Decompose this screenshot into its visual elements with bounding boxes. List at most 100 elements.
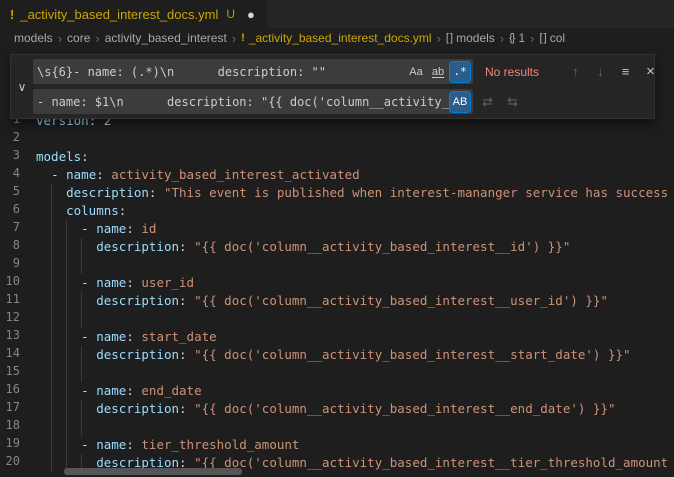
code-line[interactable] bbox=[36, 130, 674, 148]
breadcrumb-label: _activity_based_interest_docs.yml bbox=[249, 31, 432, 45]
indent-guide bbox=[66, 436, 67, 454]
code-line[interactable]: columns: bbox=[36, 202, 674, 220]
line-number[interactable]: 10 bbox=[0, 274, 20, 292]
find-input-box: Aa ab .* bbox=[33, 59, 473, 84]
git-status-badge: U bbox=[226, 7, 235, 21]
breadcrumb-item[interactable]: activity_based_interest bbox=[105, 31, 227, 45]
code-line[interactable] bbox=[36, 310, 674, 328]
previous-match-button[interactable]: ↑ bbox=[565, 61, 586, 82]
code-line[interactable]: description: "{{ doc('column__activity_b… bbox=[36, 238, 674, 256]
editor[interactable]: ∨ Aa ab .* No results ↑ ↓ ≡ × bbox=[0, 48, 674, 477]
breadcrumb-separator-icon: › bbox=[95, 31, 99, 46]
code-line[interactable]: description: "This event is published wh… bbox=[36, 184, 674, 202]
indent-guide bbox=[51, 382, 52, 400]
close-icon: × bbox=[646, 63, 655, 80]
line-number[interactable]: 5 bbox=[0, 184, 20, 202]
code-line[interactable]: - name: start_date bbox=[36, 328, 674, 346]
regex-button[interactable]: .* bbox=[450, 62, 470, 82]
line-number[interactable]: 19 bbox=[0, 436, 20, 454]
modified-indicator-icon[interactable]: ● bbox=[247, 8, 255, 21]
replace-input[interactable] bbox=[37, 89, 450, 114]
close-button[interactable]: × bbox=[640, 61, 661, 82]
line-number[interactable]: 15 bbox=[0, 364, 20, 382]
code-line[interactable]: - name: id bbox=[36, 220, 674, 238]
indent-guide bbox=[81, 256, 82, 274]
find-results-count: No results bbox=[485, 65, 555, 79]
find-in-selection-icon: ≡ bbox=[622, 64, 630, 79]
indent-guide bbox=[51, 220, 52, 238]
breadcrumb-separator-icon: › bbox=[232, 31, 236, 46]
match-case-button[interactable]: Aa bbox=[406, 62, 426, 82]
indent-guide bbox=[51, 364, 52, 382]
replace-all-button[interactable]: ⇆ bbox=[502, 91, 523, 112]
code-line[interactable] bbox=[36, 256, 674, 274]
code-area: version: 2models: - name: activity_based… bbox=[36, 112, 674, 472]
line-number[interactable]: 20 bbox=[0, 454, 20, 472]
breadcrumb-label: activity_based_interest bbox=[105, 31, 227, 45]
find-row: Aa ab .* No results ↑ ↓ ≡ × bbox=[33, 59, 650, 84]
line-number[interactable]: 17 bbox=[0, 400, 20, 418]
code-line[interactable]: - name: tier_threshold_amount bbox=[36, 436, 674, 454]
indent-guide bbox=[81, 418, 82, 436]
line-number[interactable]: 18 bbox=[0, 418, 20, 436]
tab-bar: ! _activity_based_interest_docs.yml U ● bbox=[0, 0, 674, 28]
indent-guide bbox=[51, 256, 52, 274]
line-number[interactable]: 14 bbox=[0, 346, 20, 364]
indent-guide bbox=[51, 238, 52, 256]
find-in-selection-button[interactable]: ≡ bbox=[615, 61, 636, 82]
gutter: 1234567891011121314151617181920 bbox=[0, 112, 36, 472]
code-line[interactable]: models: bbox=[36, 148, 674, 166]
indent-guide bbox=[66, 220, 67, 238]
indent-guide bbox=[51, 202, 52, 220]
breadcrumb-separator-icon: › bbox=[58, 31, 62, 46]
code-line[interactable]: - name: activity_based_interest_activate… bbox=[36, 166, 674, 184]
line-number[interactable]: 8 bbox=[0, 238, 20, 256]
find-input[interactable] bbox=[37, 59, 406, 84]
line-number[interactable]: 4 bbox=[0, 166, 20, 184]
warning-icon: ! bbox=[10, 7, 14, 22]
find-replace-widget: ∨ Aa ab .* No results ↑ ↓ ≡ × bbox=[10, 54, 655, 119]
line-number[interactable]: 11 bbox=[0, 292, 20, 310]
line-number[interactable]: 3 bbox=[0, 148, 20, 166]
line-number[interactable]: 6 bbox=[0, 202, 20, 220]
breadcrumb-item[interactable]: models bbox=[14, 31, 53, 45]
next-match-button[interactable]: ↓ bbox=[590, 61, 611, 82]
indent-guide bbox=[51, 454, 52, 472]
indent-guide bbox=[66, 238, 67, 256]
indent-guide bbox=[51, 184, 52, 202]
line-number[interactable]: 2 bbox=[0, 130, 20, 148]
code-line[interactable]: description: "{{ doc('column__activity_b… bbox=[36, 346, 674, 364]
breadcrumb-separator-icon: › bbox=[437, 31, 441, 46]
indent-guide bbox=[66, 310, 67, 328]
code-line[interactable]: - name: end_date bbox=[36, 382, 674, 400]
code-line[interactable]: description: "{{ doc('column__activity_b… bbox=[36, 292, 674, 310]
horizontal-scrollbar-thumb[interactable] bbox=[64, 468, 242, 475]
breadcrumb-label: core bbox=[67, 31, 90, 45]
breadcrumb-item[interactable]: [ ]col bbox=[540, 31, 566, 45]
breadcrumb-item[interactable]: core bbox=[67, 31, 90, 45]
code-line[interactable]: - name: user_id bbox=[36, 274, 674, 292]
line-number[interactable]: 13 bbox=[0, 328, 20, 346]
line-number[interactable]: 12 bbox=[0, 310, 20, 328]
toggle-replace-button[interactable]: ∨ bbox=[11, 59, 33, 114]
editor-tab[interactable]: ! _activity_based_interest_docs.yml U ● bbox=[0, 0, 268, 28]
indent-guide bbox=[66, 364, 67, 382]
indent-guide bbox=[51, 418, 52, 436]
arrow-up-icon: ↑ bbox=[572, 64, 579, 79]
line-number[interactable]: 7 bbox=[0, 220, 20, 238]
indent-guide bbox=[81, 238, 82, 256]
indent-guide bbox=[66, 418, 67, 436]
code-line[interactable] bbox=[36, 364, 674, 382]
code-line[interactable]: description: "{{ doc('column__activity_b… bbox=[36, 400, 674, 418]
breadcrumb-item[interactable]: {}1 bbox=[509, 31, 525, 45]
preserve-case-button[interactable]: AB bbox=[450, 92, 470, 112]
tab-filename: _activity_based_interest_docs.yml bbox=[20, 7, 218, 22]
breadcrumb-item[interactable]: [ ]models bbox=[446, 31, 495, 45]
whole-word-button[interactable]: ab bbox=[428, 62, 448, 82]
replace-button[interactable]: ⇄ bbox=[477, 91, 498, 112]
line-number[interactable]: 9 bbox=[0, 256, 20, 274]
indent-guide bbox=[66, 346, 67, 364]
breadcrumb-item[interactable]: !_activity_based_interest_docs.yml bbox=[241, 31, 431, 45]
line-number[interactable]: 16 bbox=[0, 382, 20, 400]
code-line[interactable] bbox=[36, 418, 674, 436]
